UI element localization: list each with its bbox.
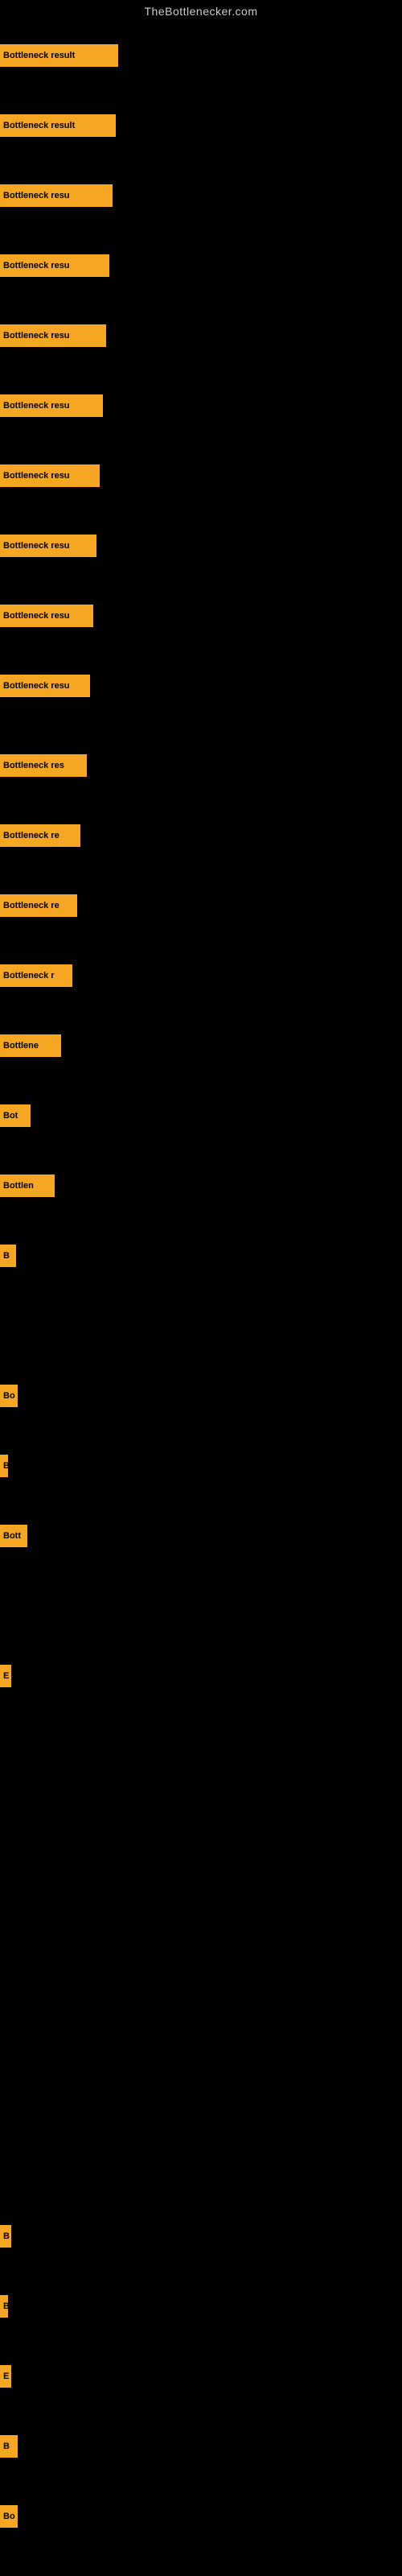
- bar-row: B: [0, 1245, 16, 1267]
- bar-row: Bottleneck re: [0, 894, 77, 917]
- bar-row: Bottleneck resu: [0, 184, 113, 207]
- bar-label: B: [0, 2225, 11, 2248]
- bar-row: Bottleneck resu: [0, 675, 90, 697]
- bar-row: Bottleneck res: [0, 754, 87, 777]
- bar-row: Bot: [0, 1104, 31, 1127]
- bar-label: Bo: [0, 2505, 18, 2528]
- bar-label: Bottleneck resu: [0, 184, 113, 207]
- bar-label: Bottleneck res: [0, 754, 87, 777]
- bar-row: Bottleneck result: [0, 114, 116, 137]
- bar-row: B: [0, 2295, 8, 2318]
- bar-label: E: [0, 1665, 11, 1687]
- bar-label: Bottleneck resu: [0, 324, 106, 347]
- bar-row: Bo: [0, 1385, 18, 1407]
- bar-label: B: [0, 1455, 8, 1477]
- bar-label: Bo: [0, 1385, 18, 1407]
- bar-label: Bottleneck re: [0, 894, 77, 917]
- bar-label: Bottleneck resu: [0, 675, 90, 697]
- bar-label: Bottleneck resu: [0, 535, 96, 557]
- bar-row: Bottleneck r: [0, 964, 72, 987]
- bar-row: Bottleneck resu: [0, 394, 103, 417]
- bar-label: Bottleneck r: [0, 964, 72, 987]
- bar-label: Bottlen: [0, 1174, 55, 1197]
- bar-row: Bottlene: [0, 1034, 61, 1057]
- bar-row: Bottleneck resu: [0, 605, 93, 627]
- bar-row: E: [0, 2365, 11, 2388]
- bar-row: Bottleneck resu: [0, 254, 109, 277]
- bar-row: B: [0, 2435, 18, 2458]
- bar-row: Bottlen: [0, 1174, 55, 1197]
- bar-label: Bottlene: [0, 1034, 61, 1057]
- bar-label: Bottleneck resu: [0, 605, 93, 627]
- bar-row: Bottleneck re: [0, 824, 80, 847]
- bar-label: Bottleneck resu: [0, 254, 109, 277]
- bar-row: E: [0, 1665, 11, 1687]
- bar-row: B: [0, 2225, 11, 2248]
- bar-row: Bottleneck resu: [0, 535, 96, 557]
- bar-label: Bottleneck resu: [0, 394, 103, 417]
- site-title: TheBottlenecker.com: [0, 0, 402, 21]
- bar-label: Bottleneck resu: [0, 464, 100, 487]
- bar-label: Bottleneck result: [0, 114, 116, 137]
- bar-label: B: [0, 2295, 8, 2318]
- bar-label: Bot: [0, 1104, 31, 1127]
- bar-label: Bottleneck re: [0, 824, 80, 847]
- bar-row: Bo: [0, 2505, 18, 2528]
- bar-row: Bott: [0, 1525, 27, 1547]
- bar-row: Bottleneck result: [0, 44, 118, 67]
- bar-label: B: [0, 1245, 16, 1267]
- bar-row: Bottleneck resu: [0, 324, 106, 347]
- bar-row: Bottleneck resu: [0, 464, 100, 487]
- bar-label: B: [0, 2435, 18, 2458]
- bar-row: B: [0, 1455, 8, 1477]
- bar-label: E: [0, 2365, 11, 2388]
- bar-label: Bott: [0, 1525, 27, 1547]
- bar-label: Bottleneck result: [0, 44, 118, 67]
